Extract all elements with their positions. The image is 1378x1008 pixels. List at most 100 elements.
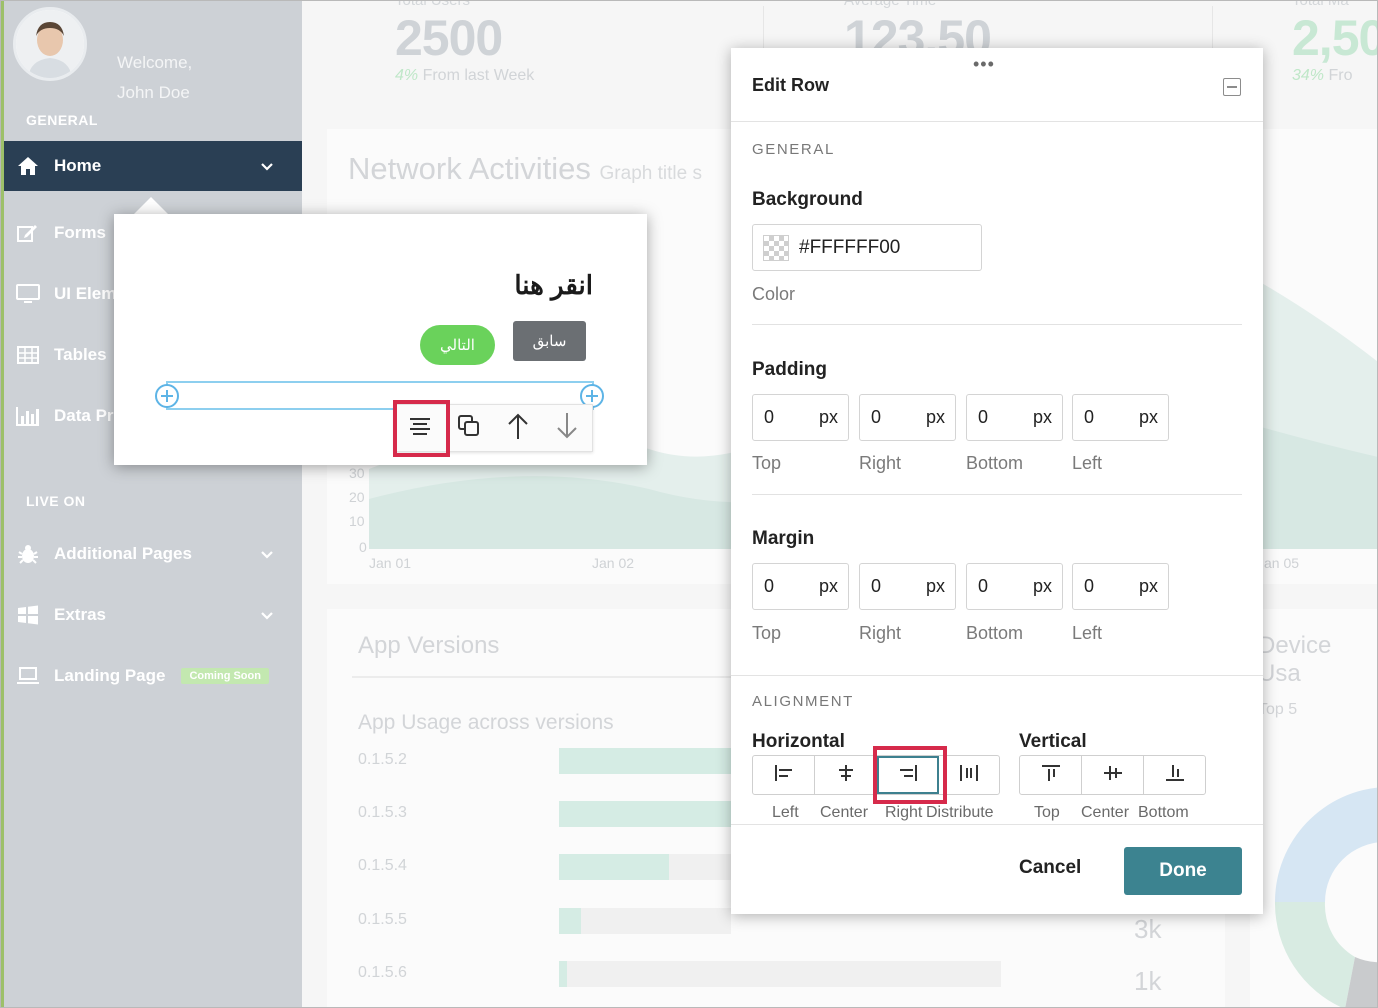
version-bar <box>559 961 567 987</box>
stat-change-percent: 34% <box>1292 67 1325 84</box>
avatar[interactable] <box>13 7 87 81</box>
user-name: John Doe <box>117 83 190 102</box>
unit-label: px <box>1032 576 1052 596</box>
vertical-label: Vertical <box>1019 731 1087 752</box>
sidebar-item-label: Additional Pages <box>54 544 192 563</box>
unit-label: px <box>818 576 838 596</box>
input-value: 0 <box>871 407 882 427</box>
align-center-h-icon <box>836 764 856 787</box>
bar-chart-icon <box>14 405 42 427</box>
version-bar <box>559 854 669 880</box>
distribute-button[interactable] <box>939 756 999 794</box>
horizontal-option-left: Left <box>772 804 799 821</box>
margin-left-input[interactable]: 0 px <box>1072 563 1169 610</box>
duplicate-button[interactable] <box>444 405 493 451</box>
version-bar <box>559 748 734 774</box>
stat-total-ma: Total Ma 2,50 34% Fro <box>1292 1 1378 85</box>
sidebar-item-label: Extras <box>54 605 106 624</box>
unit-label: px <box>818 407 838 427</box>
align-center-h-button[interactable] <box>815 756 877 794</box>
sidebar-item-label: Forms <box>54 223 106 242</box>
distribute-icon <box>959 764 979 787</box>
padding-left-input[interactable]: 0 px <box>1072 394 1169 441</box>
horizontal-option-right: Right <box>885 804 923 821</box>
unit-label: px <box>925 407 945 427</box>
x-tick: Jan 02 <box>592 555 635 571</box>
version-bar <box>559 908 581 934</box>
input-value: 0 <box>978 407 989 427</box>
margin-bottom-input[interactable]: 0 px <box>966 563 1063 610</box>
copy-icon <box>456 413 482 444</box>
padding-right-input[interactable]: 0 px <box>859 394 956 441</box>
move-down-button[interactable] <box>542 405 591 451</box>
align-top-button[interactable] <box>1020 756 1082 794</box>
welcome-text: Welcome, John Doe <box>117 48 192 108</box>
sidebar-item-additional-pages[interactable]: Additional Pages <box>4 529 302 579</box>
highlight-box <box>873 746 947 804</box>
network-title: Network Activities <box>348 151 591 186</box>
background-label: Background <box>752 189 863 210</box>
sidebar-item-landing-page[interactable]: Landing Page Coming Soon <box>4 651 302 701</box>
minimize-button[interactable] <box>1223 78 1241 96</box>
padding-top-input[interactable]: 0 px <box>752 394 849 441</box>
next-button[interactable]: التالي <box>420 325 495 365</box>
align-bottom-button[interactable] <box>1144 756 1205 794</box>
stat-change-text: From last Week <box>422 67 535 84</box>
add-left-icon[interactable] <box>155 384 179 408</box>
padding-bottom-caption: Bottom <box>966 453 1024 473</box>
align-middle-button[interactable] <box>1082 756 1144 794</box>
chevron-down-icon <box>260 545 274 565</box>
margin-top-caption: Top <box>752 623 782 643</box>
stat-label: Average Time <box>844 0 937 9</box>
sidebar-item-home[interactable]: Home <box>4 141 302 191</box>
version-value: 3k <box>1134 914 1162 944</box>
windows-icon <box>14 604 42 626</box>
previous-button[interactable]: سابق <box>513 321 586 361</box>
chevron-down-icon <box>260 606 274 626</box>
stat-change-percent: 4% <box>395 67 419 84</box>
divider <box>731 675 1263 676</box>
padding-top-caption: Top <box>752 453 782 473</box>
home-icon <box>14 155 42 177</box>
sidebar: Welcome, John Doe GENERAL Home Forms UI … <box>1 1 302 1007</box>
y-tick: 10 <box>349 513 365 529</box>
panel-title: Network Activities Graph title s <box>348 151 702 187</box>
vertical-option-bottom: Bottom <box>1138 804 1189 821</box>
margin-bottom-caption: Bottom <box>966 623 1024 643</box>
background-color-input[interactable]: #FFFFFF00 <box>752 224 982 271</box>
stat-change-text: Fro <box>1328 67 1353 84</box>
screen: Welcome, John Doe GENERAL Home Forms UI … <box>0 0 1378 1008</box>
sidebar-item-label: Home <box>54 156 102 175</box>
stat-value: 2,50 <box>1292 10 1378 66</box>
padding-left-caption: Left <box>1072 453 1103 473</box>
divider <box>752 494 1242 495</box>
unit-label: px <box>1032 407 1052 427</box>
margin-right-input[interactable]: 0 px <box>859 563 956 610</box>
version-value: 1k <box>1134 966 1162 996</box>
panel-title: Edit Row <box>752 75 829 95</box>
chevron-down-icon <box>260 157 274 177</box>
donut-chart <box>1275 787 1377 1007</box>
margin-top-input[interactable]: 0 px <box>752 563 849 610</box>
x-tick: Jan 05 <box>1257 555 1300 571</box>
drag-handle-icon[interactable]: ••• <box>973 54 995 75</box>
margin-right-caption: Right <box>859 623 902 643</box>
sidebar-item-label: Data Pr <box>54 406 114 425</box>
cancel-button[interactable]: Cancel <box>1019 857 1081 879</box>
transparent-swatch-icon[interactable] <box>763 234 789 261</box>
sidebar-item-extras[interactable]: Extras <box>4 590 302 640</box>
version-label: 0.1.5.6 <box>358 964 407 981</box>
stat-total-users: Total Users 2500 4% From last Week <box>395 1 535 85</box>
done-button[interactable]: Done <box>1124 847 1242 895</box>
input-value: 0 <box>871 576 882 596</box>
padding-bottom-input[interactable]: 0 px <box>966 394 1063 441</box>
editor-heading[interactable]: انقر هنا <box>514 270 593 301</box>
section-live-label: LIVE ON <box>26 493 86 509</box>
align-middle-icon <box>1103 764 1123 787</box>
align-left-button[interactable] <box>753 756 815 794</box>
editor-popover: انقر هنا التالي سابق <box>114 214 647 465</box>
version-label: 0.1.5.4 <box>358 857 407 874</box>
move-up-button[interactable] <box>493 405 542 451</box>
y-tick: 30 <box>349 465 365 481</box>
version-bar <box>559 801 734 827</box>
